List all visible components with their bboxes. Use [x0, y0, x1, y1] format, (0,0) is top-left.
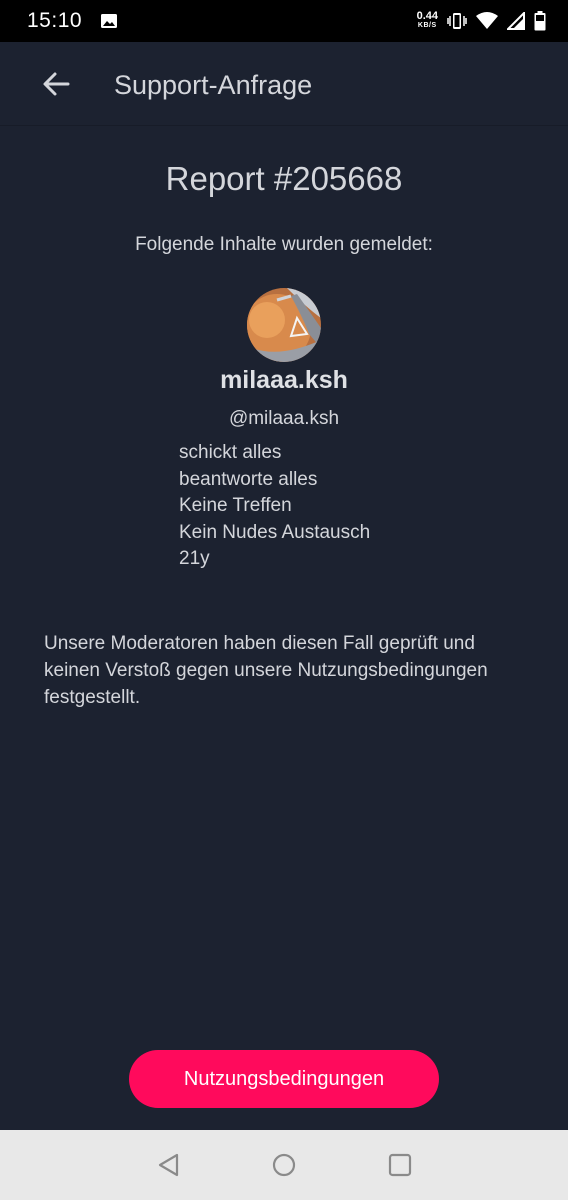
battery-icon: [534, 11, 546, 31]
report-subtitle: Folgende Inhalte wurden gemeldet:: [135, 234, 433, 255]
status-bar: 15:10 0.44 KB/S: [0, 0, 568, 42]
back-triangle-icon[interactable]: [156, 1152, 182, 1178]
app-bar: Support-Anfrage: [0, 42, 568, 126]
bio-line: beantworte alles: [179, 468, 318, 490]
status-time: 15:10: [27, 9, 83, 32]
report-title: Report #205668: [165, 160, 403, 197]
profile-handle: @milaaa.ksh: [228, 408, 340, 429]
image-icon: [101, 14, 118, 28]
bio-line: Keine Treffen: [179, 495, 292, 516]
network-speed: 0.44 KB/S: [417, 11, 438, 31]
recents-square-icon[interactable]: [387, 1152, 413, 1178]
bio-line: Kein Nudes Austausch: [179, 521, 371, 543]
profile-bio: schickt alles beantworte alles Keine Tre…: [179, 440, 370, 573]
terms-button[interactable]: Nutzungsbedingungen: [129, 1050, 439, 1108]
arrow-left-icon[interactable]: [40, 68, 72, 100]
avatar-image: [247, 288, 321, 362]
vibrate-icon: [447, 13, 467, 29]
profile-name: milaaa.ksh: [220, 366, 348, 394]
signal-icon: [507, 12, 525, 30]
network-speed-unit: KB/S: [417, 22, 437, 29]
moderation-result-text: Unsere Moderatoren haben diesen Fall gep…: [44, 633, 488, 708]
system-nav-bar: [0, 1130, 568, 1200]
avatar[interactable]: [247, 288, 321, 362]
wifi-icon: [476, 12, 498, 29]
page-title: Support-Anfrage: [114, 70, 313, 100]
bio-line: 21y: [179, 548, 210, 569]
bio-line: schickt alles: [179, 442, 282, 463]
home-circle-icon[interactable]: [271, 1152, 297, 1178]
